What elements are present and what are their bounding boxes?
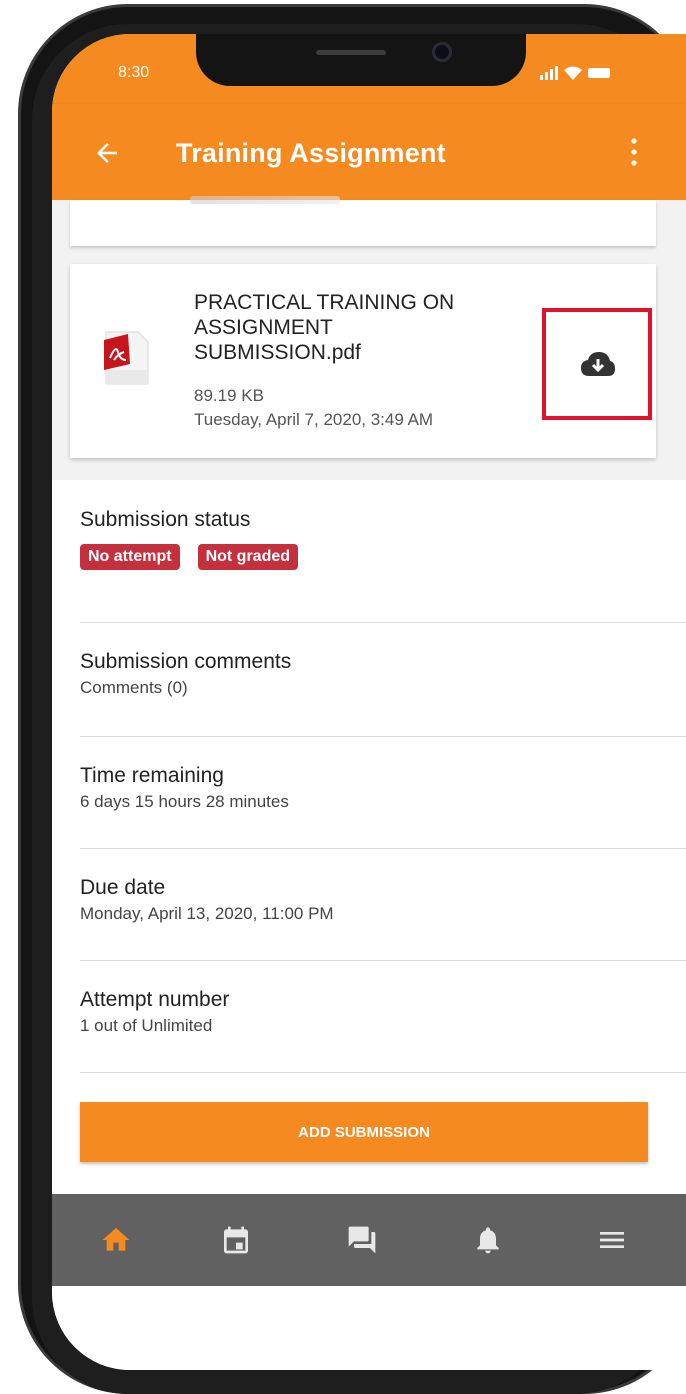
bell-icon[interactable] [472, 1224, 504, 1256]
intro-card [70, 196, 656, 246]
scrolled-text-remnant [190, 196, 340, 204]
divider [80, 622, 686, 623]
wifi-icon [564, 66, 582, 80]
due-date-title: Due date [80, 876, 166, 899]
attempt-number-section: Attempt number 1 out of Unlimited [80, 988, 686, 1036]
submission-details: Submission status No attempt Not graded … [52, 480, 686, 1194]
file-name[interactable]: PRACTICAL TRAINING ON ASSIGNMENT SUBMISS… [194, 290, 494, 365]
messages-icon[interactable] [346, 1224, 378, 1256]
speaker-grille [316, 50, 386, 55]
grading-badge: Not graded [197, 544, 299, 570]
menu-icon[interactable] [596, 1224, 628, 1256]
submission-comments-title: Submission comments [80, 650, 292, 673]
time-remaining-section: Time remaining 6 days 15 hours 28 minute… [80, 764, 686, 812]
pdf-file-icon [104, 331, 149, 385]
file-date: Tuesday, April 7, 2020, 3:49 AM [194, 410, 434, 429]
file-size: 89.19 KB [194, 386, 264, 405]
submission-status-section: Submission status No attempt Not graded [80, 508, 686, 570]
cloud-download-icon [581, 352, 615, 376]
download-button[interactable] [542, 308, 652, 420]
calendar-icon[interactable] [220, 1224, 252, 1256]
submission-comments-section[interactable]: Submission comments Comments (0) [80, 650, 686, 698]
bottom-tab-bar [52, 1194, 686, 1286]
content-area: PRACTICAL TRAINING ON ASSIGNMENT SUBMISS… [52, 196, 686, 1194]
status-icons [540, 64, 610, 80]
attachment-card[interactable]: PRACTICAL TRAINING ON ASSIGNMENT SUBMISS… [70, 264, 656, 458]
time-remaining-value: 6 days 15 hours 28 minutes [80, 792, 289, 811]
due-date-value: Monday, April 13, 2020, 11:00 PM [80, 904, 334, 923]
home-indicator-area [52, 1286, 686, 1370]
divider [80, 736, 686, 737]
status-badge: No attempt [80, 544, 180, 570]
battery-icon [588, 68, 610, 78]
comments-count[interactable]: Comments (0) [80, 678, 686, 698]
divider [80, 1072, 686, 1073]
arrow-left-icon[interactable] [92, 138, 122, 168]
status-badges: No attempt Not graded [80, 544, 686, 570]
phone-screen: 8:30 Training Assignment PRACTICAL TRAIN… [52, 34, 686, 1370]
submission-status-title: Submission status [80, 508, 251, 531]
divider [80, 848, 686, 849]
signal-icon [540, 66, 558, 80]
add-submission-button[interactable]: ADD SUBMISSION [80, 1102, 648, 1162]
attempt-number-value: 1 out of Unlimited [80, 1016, 213, 1035]
time-remaining-title: Time remaining [80, 764, 224, 787]
attempt-number-title: Attempt number [80, 988, 230, 1011]
divider [80, 960, 686, 961]
home-icon[interactable] [100, 1224, 132, 1256]
status-time: 8:30 [118, 64, 150, 81]
page-title: Training Assignment [176, 138, 446, 168]
more-vert-icon[interactable] [628, 136, 640, 168]
front-camera [432, 42, 452, 62]
app-bar: Training Assignment [52, 104, 686, 200]
due-date-section: Due date Monday, April 13, 2020, 11:00 P… [80, 876, 686, 924]
phone-notch [196, 34, 526, 86]
status-bar: 8:30 [52, 34, 686, 104]
